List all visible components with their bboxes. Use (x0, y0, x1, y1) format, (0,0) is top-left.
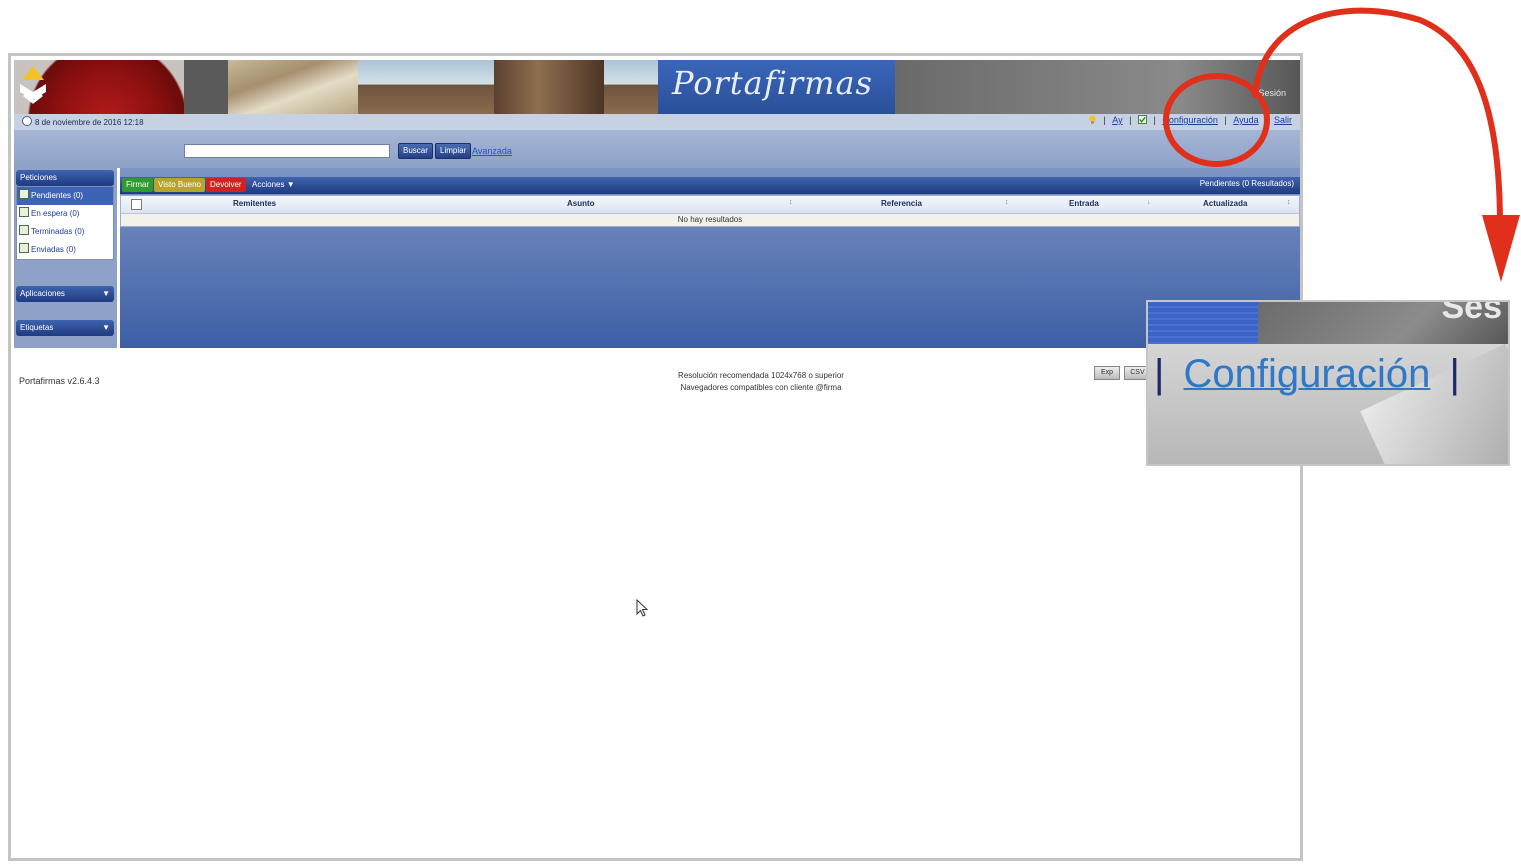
limpiar-button[interactable]: Limpiar (435, 143, 472, 159)
chevron-down-icon: ▼ (286, 180, 295, 189)
buscar-button[interactable]: Buscar (398, 143, 433, 159)
separator: | (1153, 115, 1156, 125)
chevron-down-icon: ▼ (102, 289, 110, 298)
version-label: Portafirmas v2.6.4.3 (19, 376, 100, 386)
column-referencia[interactable]: Referencia (881, 199, 922, 208)
zoom-blue-area (1148, 302, 1258, 344)
chevron-down-icon: ▼ (102, 323, 110, 332)
advanced-search-link[interactable]: Avanzada (472, 146, 512, 156)
column-remitentes[interactable]: Remitentes (233, 199, 276, 208)
visto-bueno-button[interactable]: Visto Bueno (154, 178, 205, 192)
check-icon[interactable] (1137, 115, 1147, 124)
bulb-icon[interactable] (1088, 115, 1097, 124)
header-banner: Portafirmas Sesión (14, 60, 1300, 114)
zoom-user-fragment: Ses (1441, 300, 1503, 326)
help-short-link[interactable]: Ay (1112, 115, 1122, 125)
sort-icon[interactable]: ↕ (1287, 199, 1291, 206)
peticiones-label: Peticiones (20, 173, 57, 182)
table-header: Remitentes Asunto ↕ Referencia ↕ Entrada… (121, 196, 1299, 214)
highlight-circle (1163, 73, 1270, 167)
info-strip: 8 de noviembre de 2016 12:18 | Ay | | Co… (14, 114, 1300, 130)
sidebar-item-en-espera[interactable]: En espera (0) (17, 205, 113, 223)
sort-icon[interactable]: ↓ (1147, 199, 1151, 206)
acciones-dropdown[interactable]: Acciones ▼ (248, 178, 299, 192)
devolver-button[interactable]: Devolver (206, 178, 246, 192)
resolution-note: Resolución recomendada 1024x768 o superi… (678, 371, 844, 380)
sent-icon (19, 243, 29, 253)
app-title-box: Portafirmas (658, 60, 895, 114)
footer-notes: Resolución recomendada 1024x768 o superi… (511, 370, 1011, 394)
browsers-note: Navegadores compatibles con cliente @fir… (680, 383, 842, 392)
date-text: 8 de noviembre de 2016 12:18 (35, 118, 144, 127)
main-panel: Firmar Visto Bueno Devolver Acciones ▼ P… (120, 168, 1300, 348)
tower-photo (494, 60, 604, 114)
sidebar: Peticiones Pendientes (0) En espera (0) … (14, 168, 117, 348)
sidebar-item-label: Enviadas (0) (31, 245, 76, 254)
aplicaciones-label: Aplicaciones (20, 289, 65, 298)
sidebar-item-terminadas[interactable]: Terminadas (0) (17, 223, 113, 241)
salir-link[interactable]: Salir (1274, 115, 1292, 125)
zoom-separator: | (1154, 352, 1165, 396)
separator: | (1103, 115, 1106, 125)
empty-results-row: No hay resultados (121, 214, 1299, 226)
firmar-button[interactable]: Firmar (122, 178, 154, 192)
zoom-grey-area: Ses (1258, 300, 1508, 344)
requests-table: Remitentes Asunto ↕ Referencia ↕ Entrada… (120, 195, 1300, 227)
clock-icon (22, 116, 32, 126)
footer-buttons: Exp CSV (1094, 361, 1151, 380)
search-input[interactable] (184, 144, 390, 158)
document-icon (19, 225, 29, 235)
inbox-icon (19, 189, 29, 199)
date-display: 8 de noviembre de 2016 12:18 (22, 116, 144, 127)
sort-icon[interactable]: ↕ (1005, 199, 1009, 206)
column-actualizada[interactable]: Actualizada (1203, 199, 1247, 208)
export-button[interactable]: Exp (1094, 366, 1120, 380)
column-asunto[interactable]: Asunto (567, 199, 595, 208)
select-all-checkbox[interactable] (131, 199, 142, 210)
peticiones-list: Pendientes (0) En espera (0) Terminadas … (16, 186, 114, 260)
sidebar-item-label: Pendientes (0) (31, 191, 84, 200)
zoom-links: | Configuración | (1154, 352, 1460, 397)
column-entrada[interactable]: Entrada (1069, 199, 1099, 208)
acciones-label: Acciones (252, 180, 285, 189)
peticiones-header[interactable]: Peticiones (16, 170, 114, 186)
zoom-callout: Ses | Configuración | (1146, 300, 1510, 466)
zoom-configuracion-link[interactable]: Configuración (1184, 352, 1431, 396)
results-count: Pendientes (0 Resultados) (1199, 179, 1294, 188)
mouse-pointer-icon (636, 598, 649, 622)
hourglass-icon (19, 207, 29, 217)
sidebar-item-label: En espera (0) (31, 209, 80, 218)
browser-screenshot-frame: Portafirmas Sesión 8 de noviembre de 201… (8, 53, 1303, 861)
actions-toolbar: Firmar Visto Bueno Devolver Acciones ▼ P… (120, 177, 1300, 194)
etiquetas-header[interactable]: Etiquetas ▼ (16, 320, 114, 336)
etiquetas-label: Etiquetas (20, 323, 54, 332)
search-bar: Buscar Limpiar Avanzada (14, 130, 1300, 168)
university-logo-icon (20, 66, 46, 104)
sidebar-item-pendientes[interactable]: Pendientes (0) (17, 187, 113, 205)
sidebar-item-enviadas[interactable]: Enviadas (0) (17, 241, 113, 259)
sidebar-item-label: Terminadas (0) (31, 227, 85, 236)
separator: | (1129, 115, 1132, 125)
sort-icon[interactable]: ↕ (789, 199, 793, 206)
zoom-separator: | (1449, 352, 1460, 396)
app-title: Portafirmas (672, 64, 873, 102)
aplicaciones-header[interactable]: Aplicaciones ▼ (16, 286, 114, 302)
building-photo (228, 60, 358, 114)
